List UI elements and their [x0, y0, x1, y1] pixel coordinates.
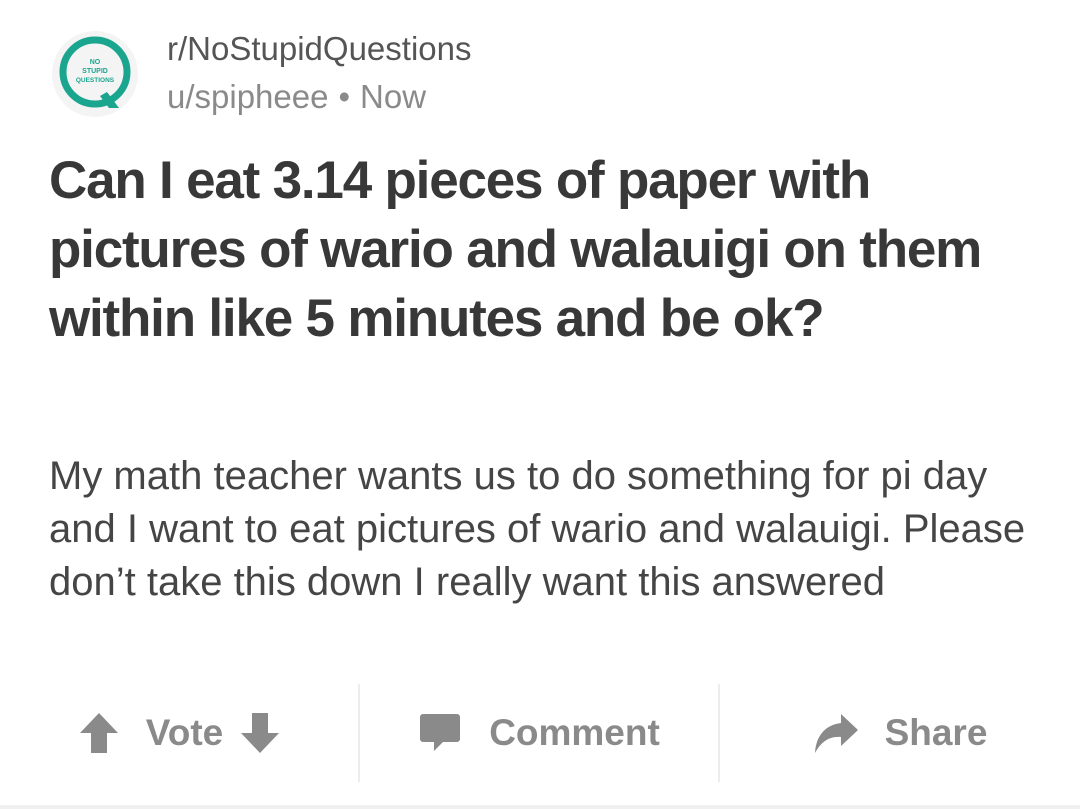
post-title[interactable]: Can I eat 3.14 pieces of paper with pict…	[49, 146, 1039, 353]
author-username[interactable]: u/spipheee	[167, 78, 328, 115]
logo-text-line3: QUESTIONS	[76, 77, 115, 84]
downvote-arrow-icon[interactable]	[239, 711, 281, 755]
bottom-divider	[0, 805, 1080, 809]
vote-control: Vote	[0, 684, 359, 782]
logo-text-line1: NO	[90, 59, 101, 66]
subreddit-logo-icon: NO STUPID QUESTIONS	[52, 31, 138, 117]
post-timestamp: Now	[360, 78, 427, 115]
post-body: My math teacher wants us to do something…	[49, 454, 1026, 604]
meta-separator: •	[338, 78, 351, 115]
subreddit-avatar[interactable]: NO STUPID QUESTIONS	[51, 30, 141, 120]
subreddit-name[interactable]: r/NoStupidQuestions	[167, 30, 472, 68]
share-arrow-icon	[814, 714, 858, 753]
comment-label: Comment	[489, 712, 660, 753]
comment-bubble-icon	[420, 714, 461, 751]
share-label: Share	[884, 712, 988, 753]
upvote-arrow-icon[interactable]	[78, 711, 120, 755]
logo-text-line2: STUPID	[82, 68, 108, 75]
post-header: NO STUPID QUESTIONS r/NoStupidQuestions …	[0, 0, 1080, 125]
post-action-bar: Vote Comment Share	[0, 684, 1080, 782]
comment-button[interactable]: Comment	[360, 684, 719, 782]
share-button[interactable]: Share	[720, 684, 1080, 782]
post-meta: u/spipheee • Now	[167, 78, 426, 116]
vote-label: Vote	[145, 712, 224, 753]
